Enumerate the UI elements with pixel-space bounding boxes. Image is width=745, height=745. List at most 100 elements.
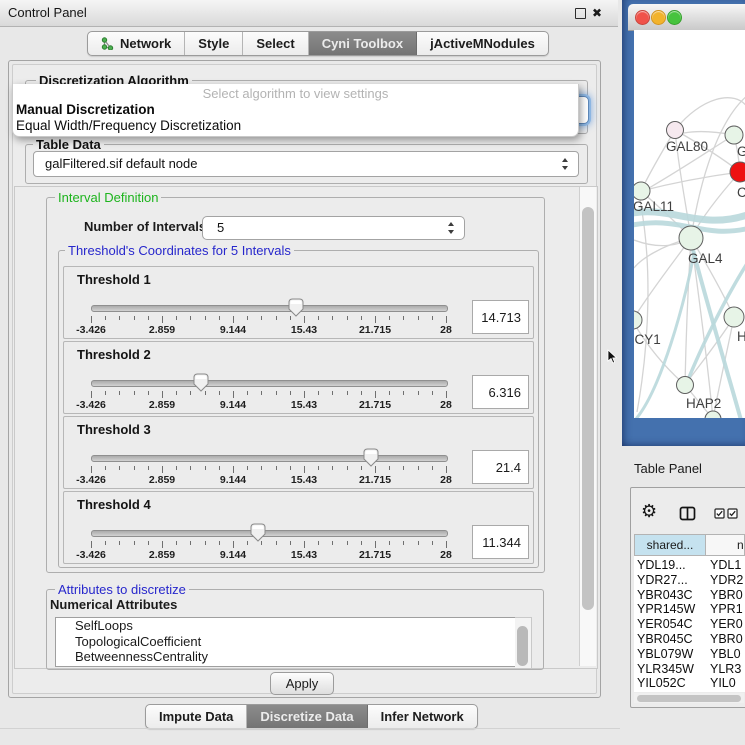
network-node-h[interactable]: [724, 307, 744, 327]
popup-option-equal-width-frequency-discretization[interactable]: Equal Width/Frequency Discretization: [16, 118, 576, 133]
minimize-traffic-light[interactable]: [651, 10, 666, 25]
control-panel-titlebar[interactable]: Control Panel ✖: [0, 0, 618, 27]
top-tab-bar: Network Style SelectCyni ToolboxjActiveMNo…: [87, 31, 549, 56]
teal-edge: [693, 250, 741, 418]
network-graph: GAL80GACGAL11GAL4HGCY1HAP2: [634, 30, 745, 418]
tick-label: 28: [416, 399, 476, 411]
checkbox-icon[interactable]: [727, 508, 738, 519]
network-node-ga[interactable]: [725, 126, 743, 144]
slider-track[interactable]: [91, 305, 448, 312]
tick-mark: [276, 316, 277, 320]
column-header-shared-[interactable]: shared...: [634, 534, 706, 556]
network-canvas[interactable]: GAL80GACGAL11GAL4HGCY1HAP2: [634, 30, 745, 418]
slider-thumb[interactable]: [288, 298, 304, 317]
numerical-attributes-list[interactable]: SelfLoopsTopologicalCoefficientBetweenne…: [55, 617, 517, 667]
checkbox-icon[interactable]: [714, 508, 725, 519]
threshold-box-2: Threshold 2-3.4262.8599.14415.4321.71528…: [63, 341, 534, 414]
attributes-list-scrollbar[interactable]: [515, 617, 532, 669]
number-of-intervals-label: Number of Intervals: [84, 219, 206, 234]
table-row[interactable]: YBR045CYBR0: [634, 632, 745, 647]
attribute-item-selfloops[interactable]: SelfLoops: [56, 618, 516, 634]
popup-option-manual-discretization[interactable]: Manual Discretization: [16, 102, 576, 117]
tick-mark: [276, 391, 277, 395]
tick-mark: [304, 541, 305, 548]
columns-icon[interactable]: [679, 505, 697, 523]
threshold-label: Threshold 2: [77, 347, 151, 362]
threshold-value-field[interactable]: 21.4: [472, 450, 529, 484]
tick-mark: [162, 391, 163, 398]
table-row[interactable]: YBR043CYBR0: [634, 588, 745, 603]
attributes-group-title: Attributes to discretize: [55, 582, 189, 597]
tick-label: 2.859: [132, 474, 192, 486]
slider-track[interactable]: [91, 455, 448, 462]
float-window-icon[interactable]: [575, 8, 586, 19]
tab-network[interactable]: Network: [88, 32, 185, 55]
scrollbar-thumb[interactable]: [637, 695, 741, 702]
tick-label: 28: [416, 324, 476, 336]
cell-shared-name: YDR27...: [637, 573, 707, 587]
tick-mark: [290, 541, 291, 545]
bottom-tab-impute-data[interactable]: Impute Data: [146, 705, 247, 728]
numerical-attributes-label: Numerical Attributes: [50, 597, 177, 612]
apply-button[interactable]: Apply: [270, 672, 334, 695]
network-window-titlebar[interactable]: [628, 4, 745, 31]
table-row[interactable]: YIL052CYIL0: [634, 676, 745, 691]
tick-mark: [105, 466, 106, 470]
tab-jactivemnodules[interactable]: jActiveMNodules: [417, 32, 548, 55]
table-data-combo[interactable]: galFiltered.sif default node: [33, 151, 579, 177]
table-row[interactable]: YPR145WYPR1: [634, 602, 745, 617]
tick-label: 2.859: [132, 549, 192, 561]
vertical-scrollbar[interactable]: [579, 187, 596, 666]
tab-select[interactable]: Select: [243, 32, 308, 55]
slider-thumb[interactable]: [193, 373, 209, 392]
gear-icon[interactable]: ⚙: [641, 501, 657, 522]
column-header-name[interactable]: name: [706, 534, 745, 556]
network-node-gal80[interactable]: [667, 122, 684, 139]
tick-mark: [418, 316, 419, 320]
tick-mark: [347, 541, 348, 545]
tab-style[interactable]: Style: [185, 32, 243, 55]
cell-shared-name: YBR043C: [637, 588, 707, 602]
bottom-tab-infer-network[interactable]: Infer Network: [368, 705, 477, 728]
node-label: GAL11: [634, 199, 674, 214]
tick-mark: [148, 391, 149, 395]
table-row[interactable]: YDL19...YDL1: [634, 558, 745, 573]
table-horizontal-scrollbar[interactable]: [634, 693, 744, 703]
attribute-item-topologicalcoefficient[interactable]: TopologicalCoefficient: [56, 634, 516, 650]
network-node-hap2[interactable]: [677, 377, 694, 394]
close-icon[interactable]: ✖: [592, 5, 602, 21]
number-of-intervals-spinner[interactable]: 5: [202, 216, 465, 240]
attribute-item-betweennesscentrality[interactable]: BetweennessCentrality: [56, 649, 516, 665]
tick-mark: [361, 541, 362, 545]
slider-track[interactable]: [91, 530, 448, 537]
number-of-intervals-value: 5: [217, 217, 224, 239]
slider-thumb[interactable]: [250, 523, 266, 542]
slider-track[interactable]: [91, 380, 448, 387]
tick-mark: [347, 466, 348, 470]
bottom-tab-discretize-data[interactable]: Discretize Data: [247, 705, 367, 728]
network-node-gal11[interactable]: [634, 182, 650, 200]
zoom-traffic-light[interactable]: [667, 10, 682, 25]
scrollbar-thumb[interactable]: [582, 207, 594, 610]
tick-mark: [205, 466, 206, 470]
table-row[interactable]: YLR345WYLR3: [634, 662, 745, 677]
threshold-value-field[interactable]: 6.316: [472, 375, 529, 409]
threshold-value-field[interactable]: 14.713: [472, 300, 529, 334]
threshold-value-field[interactable]: 11.344: [472, 525, 529, 559]
table-row[interactable]: YER054CYER0: [634, 617, 745, 632]
network-node-gal4[interactable]: [679, 226, 703, 250]
network-node-c[interactable]: [730, 162, 745, 182]
tick-mark: [261, 316, 262, 320]
threshold-box-1: Threshold 1-3.4262.8599.14415.4321.71528…: [63, 266, 534, 339]
tick-mark: [389, 466, 390, 470]
tab-label: Style: [198, 36, 229, 51]
tab-cyni-toolbox[interactable]: Cyni Toolbox: [309, 32, 417, 55]
table-row[interactable]: YDR27...YDR2: [634, 573, 745, 588]
interval-definition-title: Interval Definition: [55, 190, 161, 205]
close-traffic-light[interactable]: [635, 10, 650, 25]
slider-thumb[interactable]: [363, 448, 379, 467]
network-node-gcy1[interactable]: [634, 311, 642, 329]
tick-mark: [119, 316, 120, 320]
scrollbar-thumb[interactable]: [517, 626, 528, 666]
table-row[interactable]: YBL079WYBL0: [634, 647, 745, 662]
